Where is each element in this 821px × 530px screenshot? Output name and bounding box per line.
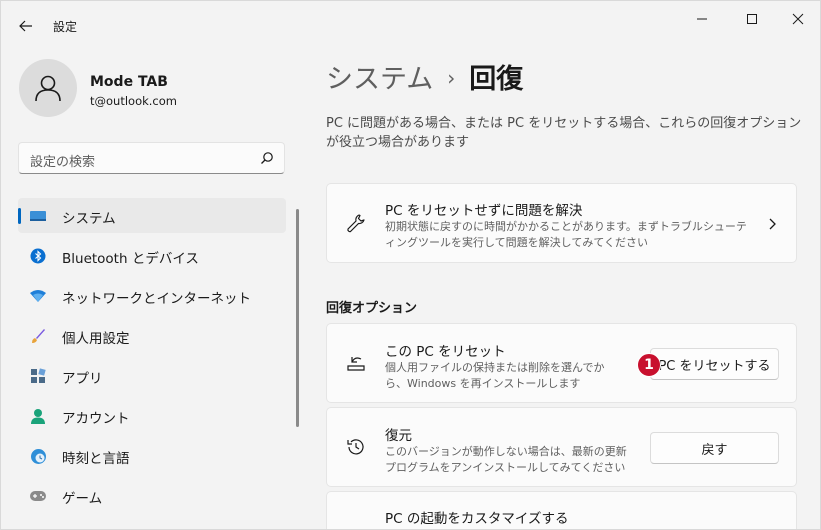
maximize-icon xyxy=(747,14,757,24)
advanced-startup-card: PC の起動をカスタマイズする xyxy=(326,491,797,529)
go-back-subtitle: このバージョンが動作しない場合は、最新の更新プログラムをアンインストールしてみて… xyxy=(385,445,627,474)
search-placeholder: 設定の検索 xyxy=(30,155,96,170)
breadcrumb-parent[interactable]: システム xyxy=(326,64,433,95)
troubleshoot-card[interactable]: PC をリセットせずに問題を解決 初期状態に戻すのに時間がかかることがあります。… xyxy=(326,183,797,263)
search-input[interactable]: 設定の検索 xyxy=(18,142,285,174)
advanced-startup-title: PC の起動をカスタマイズする xyxy=(385,511,569,527)
time-language-icon xyxy=(29,447,47,465)
breadcrumb-separator: › xyxy=(447,66,456,90)
sidebar-item-time-language[interactable]: 時刻と言語 xyxy=(18,438,286,473)
page-description: PC に問題がある場合、または PC をリセットする場合、これらの回復オプション… xyxy=(326,116,802,150)
sidebar-item-label: システム xyxy=(62,211,116,227)
bluetooth-icon xyxy=(29,247,47,265)
title-bar: 設定 xyxy=(1,1,820,49)
sidebar-item-gaming[interactable]: ゲーム xyxy=(18,478,286,513)
sidebar-item-network[interactable]: ネットワークとインターネット xyxy=(18,278,286,313)
gamepad-icon xyxy=(29,487,47,505)
apps-icon xyxy=(29,367,47,385)
user-email: t@outlook.com xyxy=(90,94,177,108)
reset-pc-button[interactable]: PC をリセットする xyxy=(650,348,779,380)
back-button[interactable] xyxy=(13,13,39,39)
go-back-title: 復元 xyxy=(385,428,412,444)
sidebar-item-label: Bluetooth とデバイス xyxy=(62,251,199,267)
reset-subtitle: 個人用ファイルの保持または削除を選んでから、Windows を再インストールしま… xyxy=(385,361,605,390)
minimize-icon xyxy=(697,18,707,20)
troubleshoot-subtitle: 初期状態に戻すのに時間がかかることがあります。まずトラブルシューティングツールを… xyxy=(385,220,747,249)
sidebar-item-label: アプリ xyxy=(62,371,103,387)
page-title: 回復 xyxy=(469,64,524,95)
history-icon xyxy=(345,436,367,458)
go-back-button[interactable]: 戻す xyxy=(650,432,779,464)
close-button[interactable] xyxy=(783,7,813,31)
app-title: 設定 xyxy=(53,20,78,34)
active-indicator xyxy=(18,208,21,224)
sidebar-item-apps[interactable]: アプリ xyxy=(18,358,286,393)
chevron-right-icon xyxy=(769,218,776,230)
sidebar-item-label: 個人用設定 xyxy=(62,331,130,347)
account-icon xyxy=(29,407,47,425)
close-icon xyxy=(792,13,804,25)
brush-icon xyxy=(29,327,47,345)
sidebar-item-accounts[interactable]: アカウント xyxy=(18,398,286,433)
minimize-button[interactable] xyxy=(687,7,717,31)
troubleshoot-title: PC をリセットせずに問題を解決 xyxy=(385,203,583,219)
settings-window: 設定 Mode TAB t@outlook.com 設定の検索 システム Blu… xyxy=(0,0,821,530)
sidebar-scrollbar[interactable] xyxy=(296,209,299,427)
reset-pc-icon xyxy=(345,352,367,374)
sidebar-item-system[interactable]: システム xyxy=(18,198,286,233)
user-name: Mode TAB xyxy=(90,74,168,90)
sidebar-item-label: ゲーム xyxy=(62,491,103,507)
section-title: 回復オプション xyxy=(326,301,418,316)
sidebar-item-label: アカウント xyxy=(62,411,130,427)
wifi-icon xyxy=(29,287,47,305)
avatar[interactable] xyxy=(19,59,77,117)
sidebar-item-personalization[interactable]: 個人用設定 xyxy=(18,318,286,353)
user-icon xyxy=(35,75,61,102)
search-icon[interactable] xyxy=(260,151,274,165)
system-display-icon xyxy=(29,207,47,225)
reset-title: この PC をリセット xyxy=(385,344,506,360)
back-arrow-icon xyxy=(19,20,32,32)
sidebar-item-label: 時刻と言語 xyxy=(62,451,130,467)
breadcrumb: システム › 回復 xyxy=(326,57,523,96)
wrench-icon xyxy=(345,212,367,234)
sidebar-item-bluetooth[interactable]: Bluetooth とデバイス xyxy=(18,238,286,273)
maximize-button[interactable] xyxy=(737,7,767,31)
sidebar-item-label: ネットワークとインターネット xyxy=(62,291,251,307)
step-badge: 1 xyxy=(637,353,661,377)
